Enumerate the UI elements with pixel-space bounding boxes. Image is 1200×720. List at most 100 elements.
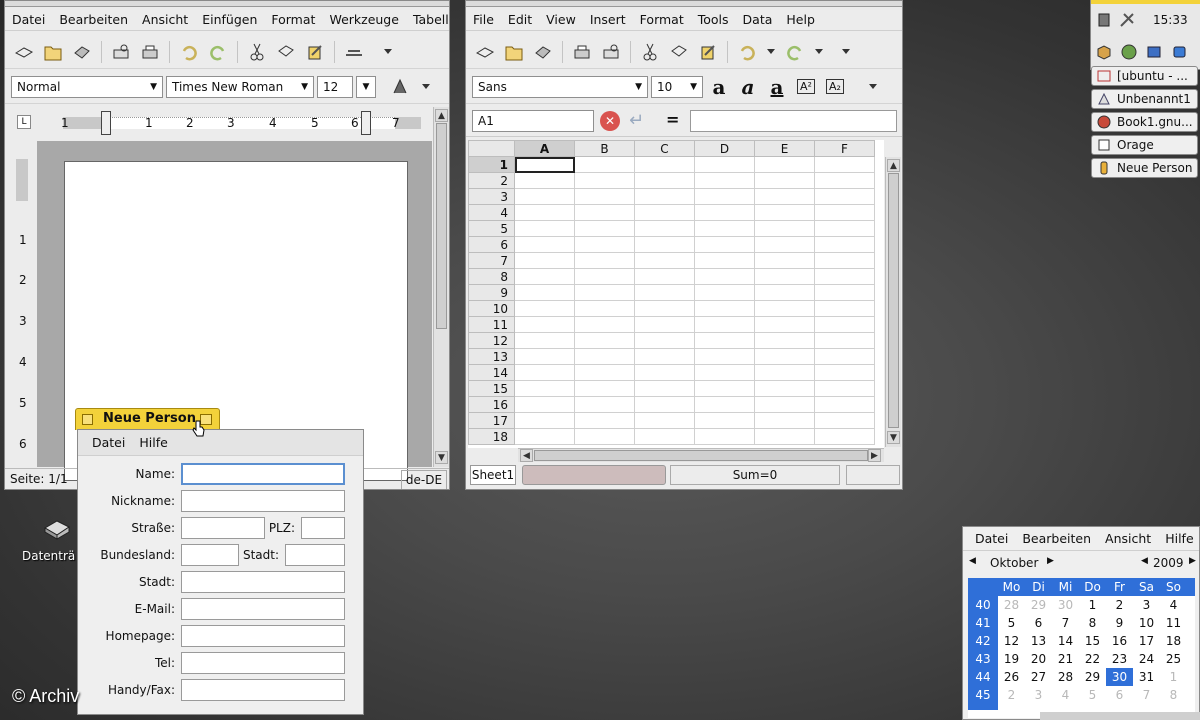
- calendar-day[interactable]: 10: [1133, 614, 1160, 632]
- name-field[interactable]: [181, 463, 345, 485]
- cal-menu-hilfe[interactable]: Hilfe: [1158, 531, 1199, 546]
- new-document-button[interactable]: [11, 39, 37, 65]
- calendar-day[interactable]: 15: [1079, 632, 1106, 650]
- cell[interactable]: [814, 396, 875, 413]
- chevron-down-icon[interactable]: [842, 49, 850, 54]
- calendar-day[interactable]: 4: [1160, 596, 1187, 614]
- redo-button[interactable]: [782, 39, 808, 65]
- calc-horizontal-scrollbar[interactable]: ◀ ▶: [518, 448, 884, 462]
- cell[interactable]: [694, 220, 755, 237]
- cell[interactable]: [574, 300, 635, 317]
- calendar-day[interactable]: 28: [1052, 668, 1079, 686]
- cell[interactable]: [754, 428, 815, 445]
- cell[interactable]: [574, 316, 635, 333]
- scroll-down-arrow[interactable]: ▼: [435, 451, 448, 464]
- font-size-select[interactable]: 12: [317, 75, 353, 98]
- writer-menu-tabelle[interactable]: Tabell: [406, 12, 449, 27]
- calendar-day[interactable]: 29: [1079, 668, 1106, 686]
- new-sheet-button[interactable]: [472, 39, 498, 65]
- cell[interactable]: [754, 412, 815, 429]
- chevron-down-icon[interactable]: [422, 84, 430, 89]
- cell[interactable]: [694, 316, 755, 333]
- cell[interactable]: [574, 332, 635, 349]
- cell[interactable]: [634, 172, 695, 189]
- font-color-button[interactable]: [387, 74, 413, 100]
- row-header[interactable]: 17: [468, 412, 515, 429]
- undo-button[interactable]: [176, 39, 202, 65]
- cell[interactable]: [814, 364, 875, 381]
- cell[interactable]: [694, 332, 755, 349]
- cell[interactable]: [754, 172, 815, 189]
- cell[interactable]: [754, 300, 815, 317]
- task-orage[interactable]: Orage: [1091, 135, 1198, 155]
- table-button[interactable]: [341, 39, 367, 65]
- task-unbenannt1[interactable]: Unbenannt1: [1091, 89, 1198, 109]
- equals-sign[interactable]: =: [666, 110, 679, 129]
- cell-reference-box[interactable]: A1: [472, 110, 594, 132]
- calendar-day[interactable]: 18: [1160, 632, 1187, 650]
- cell[interactable]: [634, 220, 695, 237]
- calendar-day[interactable]: 8: [1160, 686, 1187, 704]
- calendar-day[interactable]: 19: [998, 650, 1025, 668]
- cell[interactable]: [754, 316, 815, 333]
- cal-menu-datei[interactable]: Datei: [963, 531, 1015, 546]
- bundesland-field[interactable]: [181, 544, 239, 566]
- row-header[interactable]: 8: [468, 268, 515, 285]
- cell[interactable]: [754, 332, 815, 349]
- prev-year-arrow[interactable]: ◀: [1141, 556, 1148, 566]
- cell[interactable]: [694, 284, 755, 301]
- bold-button[interactable]: a: [706, 74, 732, 100]
- cell[interactable]: [634, 380, 695, 397]
- cal-menu-bearbeiten[interactable]: Bearbeiten: [1015, 531, 1098, 546]
- cell[interactable]: [814, 172, 875, 189]
- row-header[interactable]: 4: [468, 204, 515, 221]
- cell[interactable]: [814, 300, 875, 317]
- column-header-f[interactable]: F: [814, 140, 875, 157]
- calendar-day[interactable]: 1: [1160, 668, 1187, 686]
- cell[interactable]: [634, 268, 695, 285]
- cell[interactable]: [514, 220, 575, 237]
- cell[interactable]: [814, 236, 875, 253]
- copy-button[interactable]: [666, 39, 692, 65]
- row-header[interactable]: 7: [468, 252, 515, 269]
- calc-menu-help[interactable]: Help: [779, 12, 822, 27]
- row-header[interactable]: 15: [468, 380, 515, 397]
- calendar-day[interactable]: 3: [1025, 686, 1052, 704]
- cell[interactable]: [814, 188, 875, 205]
- calc-menu-data[interactable]: Data: [736, 12, 780, 27]
- writer-menu-einfuegen[interactable]: Einfügen: [195, 12, 264, 27]
- cell[interactable]: [574, 204, 635, 221]
- calendar-day[interactable]: 13: [1025, 632, 1052, 650]
- row-header[interactable]: 10: [468, 300, 515, 317]
- strasse-field[interactable]: [181, 517, 265, 539]
- cell[interactable]: [694, 348, 755, 365]
- cell[interactable]: [514, 236, 575, 253]
- cell[interactable]: [514, 428, 575, 445]
- cell[interactable]: [814, 380, 875, 397]
- cell[interactable]: [634, 204, 695, 221]
- chevron-down-icon[interactable]: [384, 49, 392, 54]
- cell[interactable]: [634, 284, 695, 301]
- cell[interactable]: [754, 284, 815, 301]
- calendar-day[interactable]: 6: [1025, 614, 1052, 632]
- scroll-down-arrow[interactable]: ▼: [887, 431, 900, 444]
- tab-stop-selector[interactable]: L: [17, 115, 31, 129]
- calendar-day[interactable]: 5: [1079, 686, 1106, 704]
- cancel-entry-button[interactable]: ✕: [600, 111, 620, 131]
- writer-vertical-scrollbar[interactable]: ▲ ▼: [433, 107, 449, 467]
- cell[interactable]: [694, 252, 755, 269]
- print-preview-button[interactable]: [598, 39, 624, 65]
- cell[interactable]: [574, 284, 635, 301]
- cell[interactable]: [694, 300, 755, 317]
- cell[interactable]: [634, 316, 695, 333]
- cell[interactable]: [514, 412, 575, 429]
- column-header-a[interactable]: A: [514, 140, 575, 157]
- calendar-day[interactable]: 30: [1052, 596, 1079, 614]
- cell[interactable]: [514, 268, 575, 285]
- superscript-button[interactable]: A²: [793, 74, 819, 100]
- calc-menu-insert[interactable]: Insert: [583, 12, 633, 27]
- paste-button[interactable]: [302, 39, 328, 65]
- cell[interactable]: [694, 364, 755, 381]
- writer-menu-bearbeiten[interactable]: Bearbeiten: [52, 12, 135, 27]
- scroll-up-arrow[interactable]: ▲: [435, 109, 448, 122]
